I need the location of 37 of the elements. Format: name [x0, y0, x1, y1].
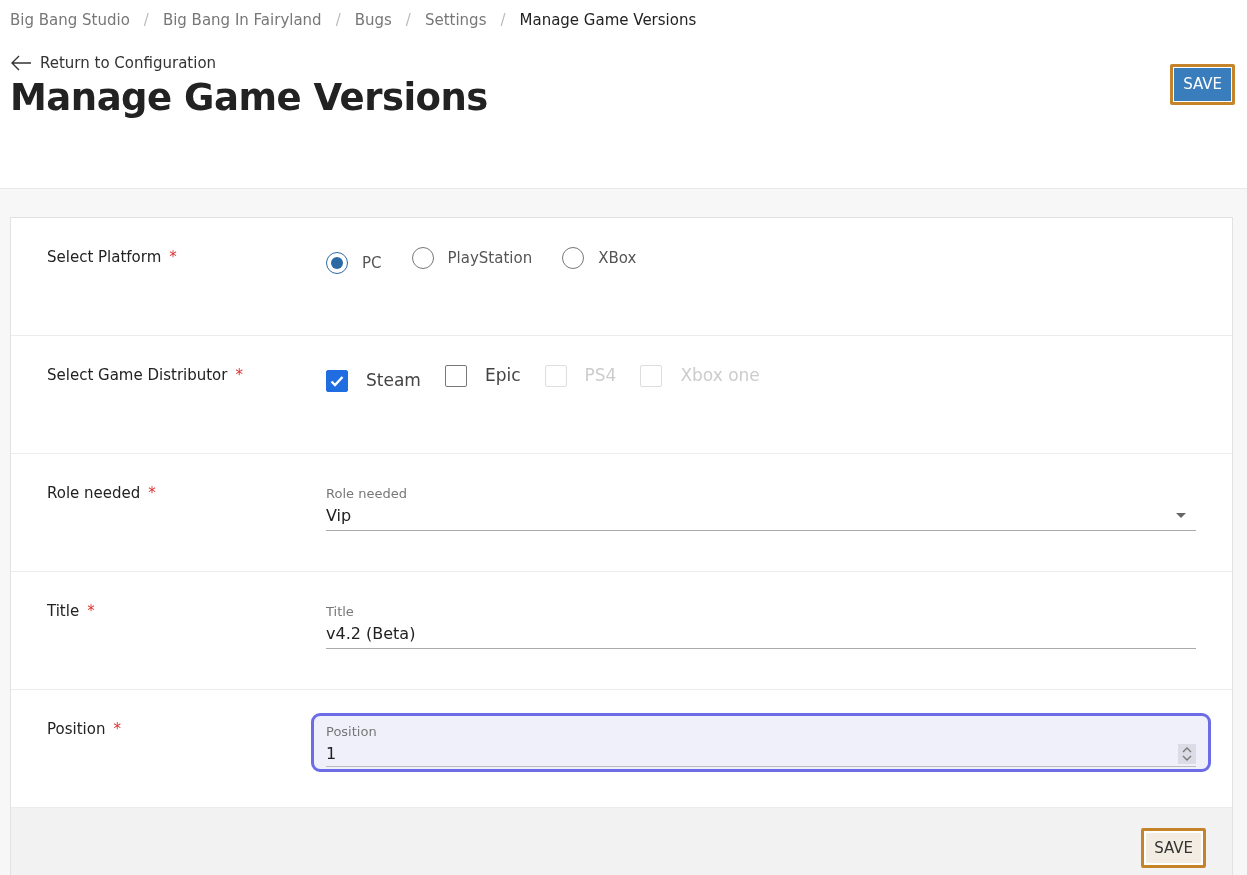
breadcrumb-link[interactable]: Bugs: [354, 8, 392, 32]
field-label: Role needed: [47, 484, 141, 502]
checkbox-label: Epic: [484, 364, 521, 388]
return-link[interactable]: Return to Configuration: [10, 52, 217, 75]
radio-option[interactable]: PlayStation: [411, 246, 533, 270]
page-title: Manage Game Versions: [10, 77, 488, 119]
back-arrow-icon: [10, 55, 32, 72]
radio-option[interactable]: PC: [326, 251, 382, 275]
breadcrumb-separator: /: [335, 9, 341, 31]
checkmark-icon: [330, 375, 344, 387]
caret-icon: [1176, 512, 1186, 519]
save-button[interactable]: SAVE: [1141, 827, 1206, 869]
required-mark: *: [169, 248, 177, 266]
save-button[interactable]: SAVE: [1170, 64, 1235, 105]
spinner-icon[interactable]: [1178, 743, 1196, 764]
breadcrumb-current: Manage Game Versions: [519, 9, 697, 31]
breadcrumb-separator: /: [143, 9, 149, 31]
required-mark: *: [148, 484, 156, 502]
breadcrumb-separator: /: [500, 9, 506, 31]
checkbox[interactable]: [326, 370, 348, 392]
input-field[interactable]: Title v4.2 (Beta): [326, 598, 1196, 649]
required-mark: *: [113, 720, 121, 738]
field-label: Select Game Distributor: [47, 366, 228, 384]
required-mark: *: [235, 366, 243, 384]
breadcrumb-link[interactable]: Big Bang Studio: [10, 8, 130, 32]
field-label: Position: [47, 720, 106, 738]
field-label: Select Platform: [47, 248, 162, 266]
required-mark: *: [87, 602, 95, 620]
radio-option[interactable]: XBox: [562, 246, 637, 270]
dropdown-field[interactable]: Role needed Vip: [326, 480, 1196, 531]
breadcrumb-separator: /: [405, 9, 411, 31]
field-label: Title: [47, 602, 80, 620]
checkbox-label: Steam: [366, 369, 421, 393]
breadcrumb-link[interactable]: Big Bang In Fairyland: [162, 8, 322, 32]
breadcrumb-link[interactable]: Settings: [424, 8, 487, 32]
checkbox[interactable]: [444, 365, 467, 387]
input-field[interactable]: Position 1: [314, 716, 1208, 769]
